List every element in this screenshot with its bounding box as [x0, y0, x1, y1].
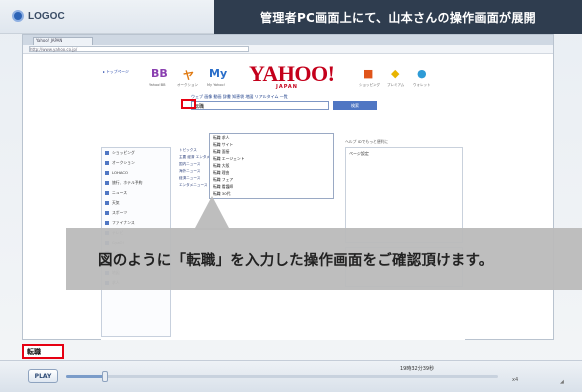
timeline-track[interactable] [66, 371, 498, 382]
playback-bar: PLAY 19時32分39秒 x4 ◢ [0, 360, 582, 392]
service-icon [105, 181, 109, 185]
app-name: LOGOC [28, 10, 65, 22]
address-field[interactable]: http://www.yahoo.co.jp/ [29, 46, 249, 52]
play-button[interactable]: PLAY [28, 369, 58, 383]
nav-item[interactable]: オークション [102, 158, 170, 168]
overlay-pointer [194, 196, 230, 230]
yahoo-search-button[interactable]: 検索 [333, 101, 377, 110]
service-icon [105, 201, 109, 205]
top-caption-banner: 管理者PC画面上にて、山本さんの操作画面が展開 [214, 0, 582, 34]
timeline-handle[interactable] [101, 371, 108, 382]
logoc-window: LOGOC 管理者PC画面上にて、山本さんの操作画面が展開 Yahoo! JAP… [0, 0, 582, 392]
wallet-caption: ウォレット [413, 83, 431, 87]
nav-item[interactable]: 天気 [102, 198, 170, 208]
suggest-item[interactable]: 転職 サイト [210, 141, 333, 148]
bb-icon[interactable]: BB [151, 67, 168, 80]
premium-caption: プレミアム [387, 83, 405, 87]
auction-caption: オークション [177, 83, 198, 87]
wallet-icon[interactable]: ● [417, 67, 427, 80]
suggest-item[interactable]: 転職 看護師 [210, 183, 333, 190]
service-icon [105, 171, 109, 175]
shopping-caption: ショッピング [359, 83, 380, 87]
my-yahoo-caption: My Yahoo! [207, 83, 225, 87]
shopping-icon[interactable]: ■ [363, 67, 373, 80]
yahoo-logo-sub: JAPAN [276, 84, 298, 90]
caption-overlay: 図のように「転職」を入力した操作画面をご確認頂けます。 [66, 228, 582, 290]
premium-icon[interactable]: ◆ [391, 67, 399, 80]
suggest-item[interactable]: 転職 エージェント [210, 155, 333, 162]
timeline-progress [66, 375, 105, 378]
browser-tab-strip: Yahoo! JAPAN [23, 35, 553, 45]
right-head-links[interactable]: ヘルプ IDでもっと便利に [345, 139, 388, 145]
search-highlight-box [181, 99, 196, 109]
nav-item[interactable]: 旅行、ホテル予約 [102, 178, 170, 188]
nav-item[interactable]: ニュース [102, 188, 170, 198]
yahoo-search-tabs[interactable]: ウェブ 画像 動画 辞書 知恵袋 地図 リアルタイム 一覧 [191, 94, 288, 100]
suggest-item[interactable]: 転職 フェア [210, 176, 333, 183]
suggest-item[interactable]: 転職 大阪 [210, 162, 333, 169]
suggest-item[interactable]: 転職 理由 [210, 169, 333, 176]
auction-icon[interactable]: ヤ [183, 67, 194, 83]
header-left-link[interactable]: ▸ トップページ [103, 69, 129, 75]
browser-address-bar: http://www.yahoo.co.jp/ [23, 45, 553, 54]
service-icon [105, 191, 109, 195]
suggest-item[interactable]: 転職 求人 [210, 134, 333, 141]
bb-caption: Yahoo!BB [149, 83, 166, 87]
keystroke-label: 転職 [22, 344, 64, 359]
overlay-caption: 図のように「転職」を入力した操作画面をご確認頂けます。 [98, 252, 494, 269]
search-suggest-dropdown: 転職 求人 転職 サイト 転職 面接 転職 エージェント 転職 大阪 転職 理由… [209, 133, 334, 199]
yahoo-search-input[interactable]: 転職 [191, 101, 329, 110]
suggest-item[interactable]: 転職 面接 [210, 148, 333, 155]
yahoo-page: ▸ トップページ BB Yahoo!BB ヤ オークション My My Yaho… [101, 57, 465, 340]
service-icon [105, 211, 109, 215]
nav-item[interactable]: ショッピング [102, 148, 170, 158]
service-icon [105, 221, 109, 225]
service-icon [105, 161, 109, 165]
resize-grip-icon[interactable]: ◢ [560, 379, 564, 385]
captured-browser-screen: Yahoo! JAPAN http://www.yahoo.co.jp/ ▸ ト… [22, 34, 554, 340]
app-logo: LOGOC [12, 10, 65, 22]
time-display: 19時32分39秒 [400, 366, 435, 372]
page-settings-title: ページ設定 [349, 151, 369, 156]
browser-tab[interactable]: Yahoo! JAPAN [33, 37, 93, 45]
yahoo-header: ▸ トップページ BB Yahoo!BB ヤ オークション My My Yaho… [101, 57, 465, 95]
nav-item[interactable]: ファイナンス [102, 218, 170, 228]
logoc-logo-icon [12, 10, 24, 22]
nav-item[interactable]: LOHACO [102, 168, 170, 178]
speed-label[interactable]: x4 [512, 377, 518, 383]
service-icon [105, 151, 109, 155]
my-yahoo-icon[interactable]: My [209, 67, 227, 80]
nav-item[interactable]: スポーツ [102, 208, 170, 218]
